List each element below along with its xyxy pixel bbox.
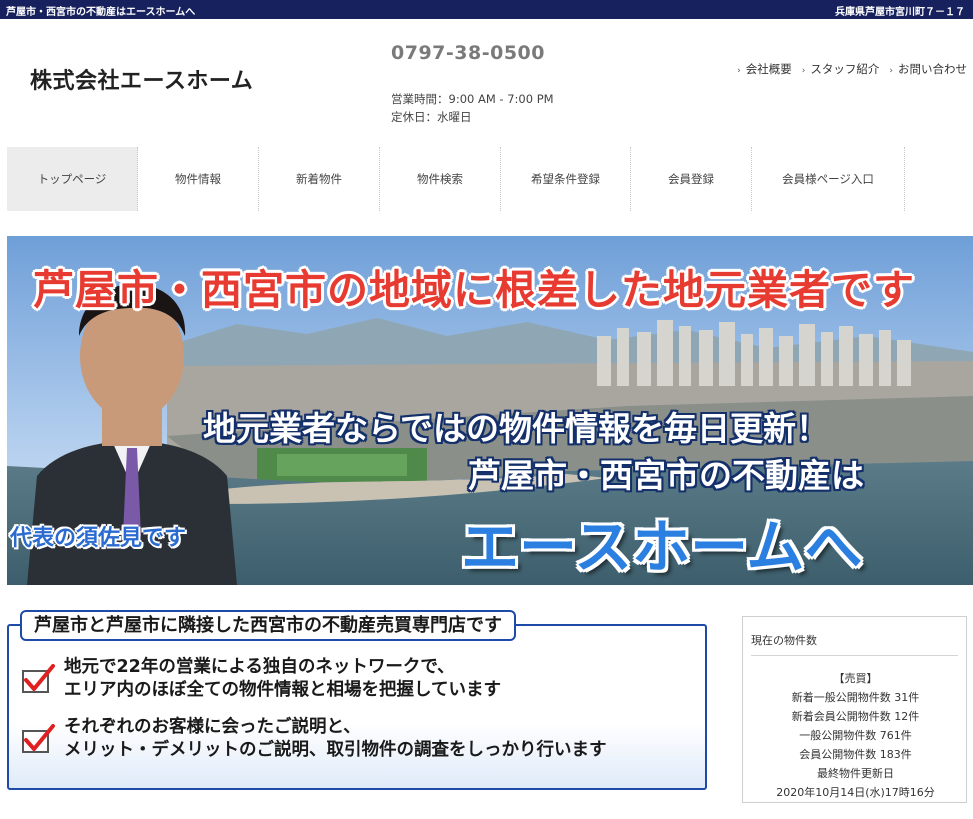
phone-number: 0797-38-0500 xyxy=(391,42,545,64)
checkmark-icon xyxy=(24,664,55,691)
feature-item-line2: メリット・デメリットのご説明、取引物件の調査をしっかり行います xyxy=(64,740,607,760)
stats-updated-label: 最終物件更新日 xyxy=(817,767,894,780)
link-staff[interactable]: › スタッフ紹介 xyxy=(802,61,880,77)
checkbox-icon xyxy=(22,724,55,753)
stats-public: 一般公開物件数 761件 xyxy=(799,729,912,742)
checkbox-icon xyxy=(22,664,55,693)
feature-title: 芦屋市と芦屋市に隣接した西宮市の不動産売買専門店です xyxy=(20,610,516,641)
nav-property-info[interactable]: 物件情報 xyxy=(138,147,259,211)
stats-updated: 2020年10月14日(水)17時16分 xyxy=(776,786,935,799)
address: 兵庫県芦屋市宮川町７－１７ xyxy=(835,7,965,18)
chevron-right-icon: › xyxy=(737,66,741,76)
closed-day-text: 定休日：水曜日 xyxy=(391,110,472,124)
stats-new-public: 新着一般公開物件数 31件 xyxy=(791,691,920,704)
business-hours: 営業時間：9:00 AM - 7:00 PM 定休日：水曜日 xyxy=(391,90,554,126)
feature-item-line2: エリア内のほぼ全ての物件情報と相場を把握しています xyxy=(64,680,501,700)
header-links: › 会社概要 › スタッフ紹介 › お問い合わせ xyxy=(737,61,967,77)
feature-item-line1: それぞれのお客様に会ったご説明と、 xyxy=(64,717,361,737)
hero-line1: 地元業者ならではの物件情報を毎日更新！ xyxy=(203,409,830,448)
hero-line2: 芦屋市・西宮市の不動産は xyxy=(468,456,864,495)
stats-new-member: 新着会員公開物件数 12件 xyxy=(791,710,920,723)
hours-text: 営業時間：9:00 AM - 7:00 PM xyxy=(391,92,554,106)
link-company-info[interactable]: › 会社概要 xyxy=(737,61,792,77)
property-count-widget: 現在の物件数 【売買】 新着一般公開物件数 31件 新着会員公開物件数 12件 … xyxy=(742,616,967,803)
global-nav: トップページ 物件情報 新着物件 物件検索 希望条件登録 会員登録 会員様ページ… xyxy=(7,147,965,211)
widget-title: 現在の物件数 xyxy=(751,634,817,647)
nav-wish-registration[interactable]: 希望条件登録 xyxy=(501,147,631,211)
feature-box: 芦屋市と芦屋市に隣接した西宮市の不動産売買専門店です 地元で22年の営業による独… xyxy=(7,610,707,790)
feature-item-line1: 地元で22年の営業による独自のネットワークで、 xyxy=(64,657,455,677)
feature-frame xyxy=(7,624,707,790)
checkmark-icon xyxy=(24,724,55,751)
stats-member: 会員公開物件数 183件 xyxy=(799,748,912,761)
chevron-right-icon: › xyxy=(889,66,893,76)
nav-member-registration[interactable]: 会員登録 xyxy=(631,147,752,211)
nav-property-search[interactable]: 物件検索 xyxy=(380,147,501,211)
stats-category: 【売買】 xyxy=(833,672,878,685)
top-bar: 芦屋市・西宮市の不動産はエースホームへ 兵庫県芦屋市宮川町７－１７ xyxy=(0,0,973,19)
chevron-right-icon: › xyxy=(801,66,806,76)
link-contact[interactable]: › お問い合わせ xyxy=(889,61,967,77)
hero-banner: 芦屋市・西宮市の地域に根差した地元業者です 地元業者ならではの物件情報を毎日更新… xyxy=(7,236,973,585)
hero-caption: 代表の須佐見です xyxy=(10,526,187,551)
divider xyxy=(751,655,958,656)
company-logo[interactable]: 株式会社エースホーム xyxy=(30,63,253,95)
nav-top-page[interactable]: トップページ xyxy=(7,147,138,211)
nav-new-properties[interactable]: 新着物件 xyxy=(259,147,380,211)
hero-brand: エースホームへ xyxy=(461,513,863,581)
nav-member-page[interactable]: 会員様ページ入口 xyxy=(752,147,905,211)
tagline: 芦屋市・西宮市の不動産はエースホームへ xyxy=(6,7,196,18)
hero-headline: 芦屋市・西宮市の地域に根差した地元業者です xyxy=(33,266,915,314)
